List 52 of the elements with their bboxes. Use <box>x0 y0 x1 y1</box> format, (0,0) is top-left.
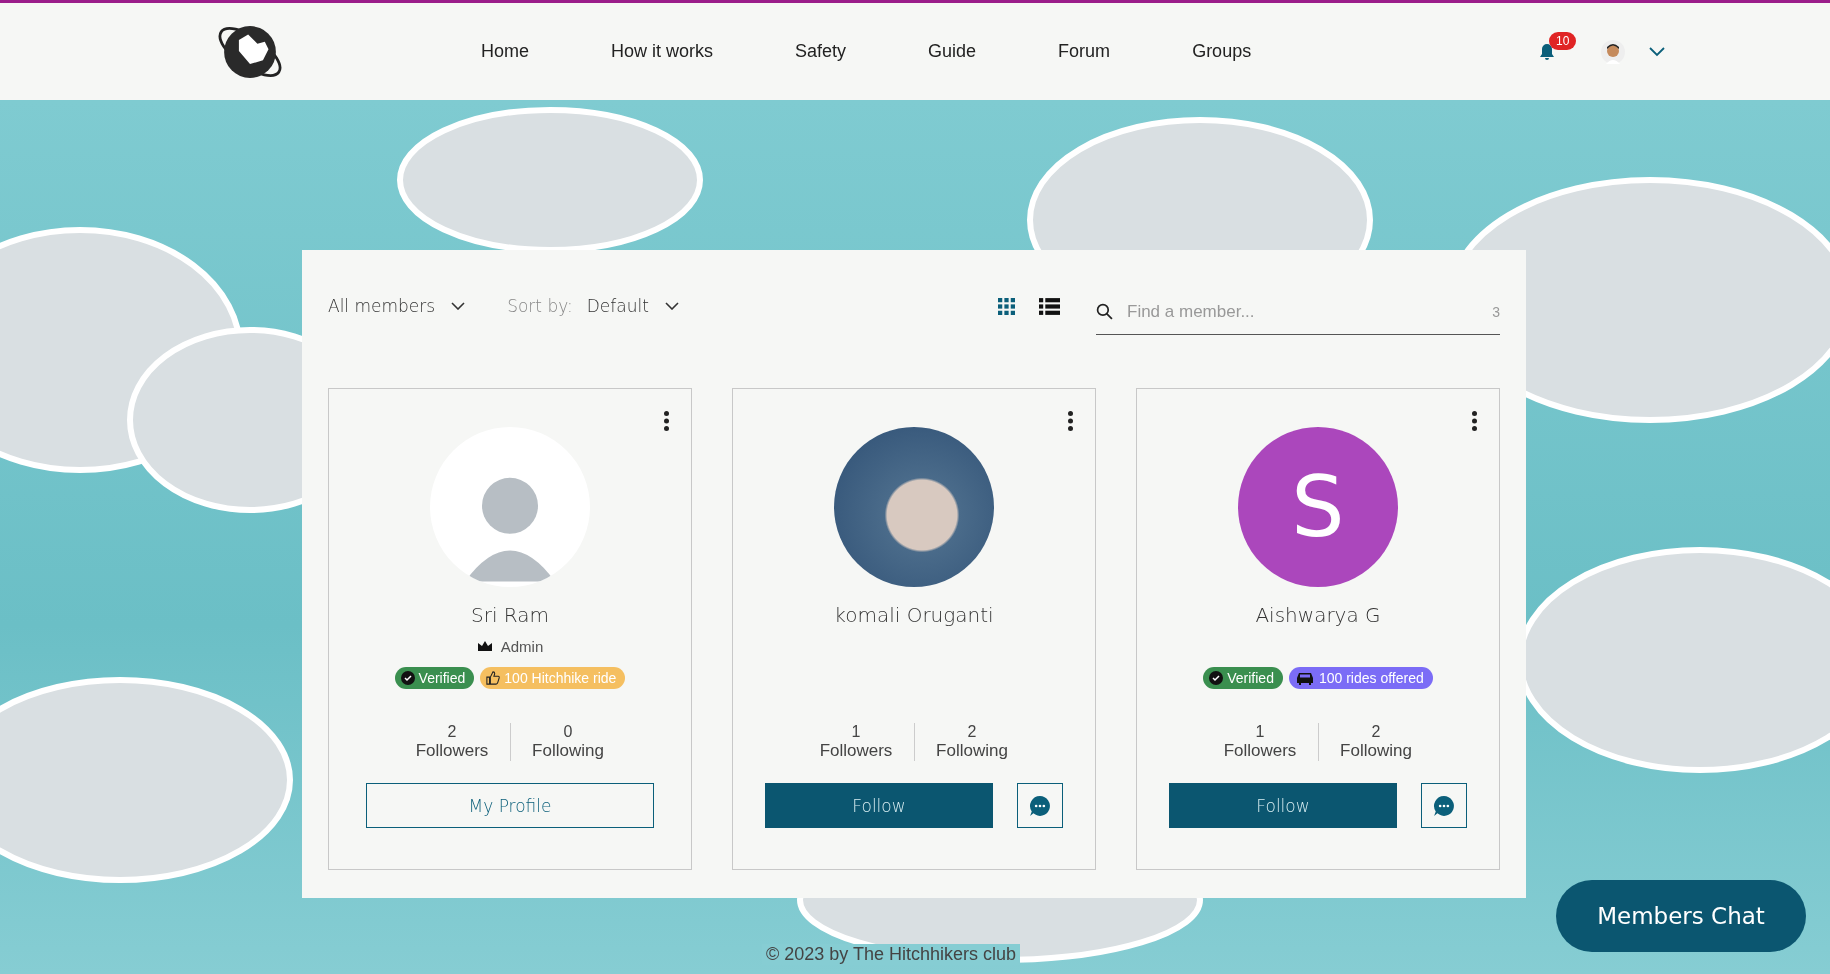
more-options-icon[interactable] <box>1472 411 1477 431</box>
chat-bubble-icon <box>1029 794 1051 817</box>
chevron-down-icon <box>664 302 679 310</box>
bell-icon[interactable] <box>1537 41 1557 62</box>
member-name[interactable]: Sri Ram <box>471 603 549 627</box>
message-button[interactable] <box>1017 783 1063 828</box>
more-options-icon[interactable] <box>1068 411 1073 431</box>
following-label: Following <box>531 741 605 761</box>
nav-link[interactable]: Guide <box>928 41 977 62</box>
grid-view-icon[interactable] <box>998 297 1015 315</box>
followers-label: Followers <box>1222 741 1298 761</box>
followers-count: 1 <box>850 723 862 741</box>
chevron-down-icon[interactable] <box>1649 46 1665 57</box>
message-button[interactable] <box>1421 783 1467 828</box>
followers-label: Followers <box>414 741 490 761</box>
chat-bubble-icon <box>1433 794 1455 817</box>
followers-count: 2 <box>446 723 458 741</box>
search-icon <box>1096 303 1113 320</box>
badge: 100 Hitchhike ride <box>480 667 626 689</box>
follow-button[interactable]: Follow <box>765 783 993 828</box>
list-view-icon[interactable] <box>1039 297 1060 315</box>
avatar-icon[interactable] <box>1601 39 1625 64</box>
badge: Verified <box>394 667 475 689</box>
badge: Verified <box>1203 667 1283 689</box>
members-chat-button[interactable]: Members Chat <box>1556 880 1806 952</box>
notification-count: 10 <box>1549 31 1577 50</box>
following-count: 2 <box>966 723 978 741</box>
nav-link[interactable]: Groups <box>1192 41 1252 62</box>
nav-link[interactable]: Home <box>481 41 529 62</box>
badge: 100 rides offered <box>1288 667 1433 689</box>
more-options-icon[interactable] <box>664 411 669 431</box>
followers-label: Followers <box>818 741 894 761</box>
nav-link[interactable]: Safety <box>795 41 847 62</box>
following-count: 2 <box>1370 723 1382 741</box>
members-filter-dropdown[interactable]: All members <box>328 296 466 316</box>
followers-count: 1 <box>1254 723 1266 741</box>
following-count: 0 <box>562 723 574 741</box>
follow-button[interactable]: Follow <box>1169 783 1397 828</box>
nav-link[interactable]: How it works <box>611 41 714 62</box>
role-label: Admin <box>500 637 544 655</box>
crown-icon <box>476 640 493 652</box>
nav-link[interactable]: Forum <box>1058 41 1111 62</box>
my-profile-button[interactable]: My Profile <box>366 783 654 828</box>
avatar-initial: S <box>1238 427 1398 587</box>
following-label: Following <box>1339 741 1413 761</box>
search-field[interactable]: Find a member... <box>1125 300 1493 323</box>
chevron-down-icon <box>451 302 466 310</box>
member-name[interactable]: komali Oruganti <box>834 603 994 627</box>
sort-dropdown[interactable]: Sort by: Default <box>507 296 679 316</box>
member-count: 3 <box>1492 303 1500 320</box>
following-label: Following <box>935 741 1009 761</box>
member-name[interactable]: Aishwarya G <box>1255 603 1381 627</box>
